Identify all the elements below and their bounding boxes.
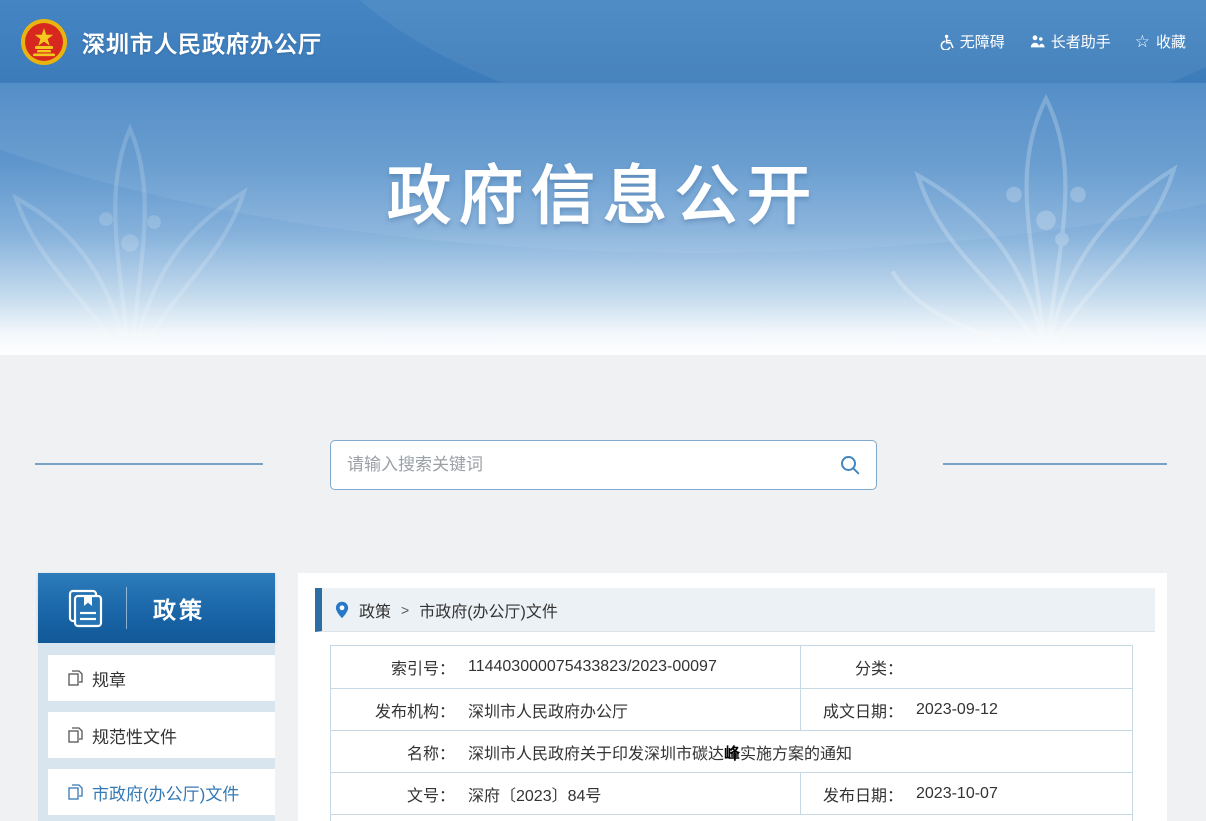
table-row-name: 名称： 深圳市人民政府关于印发深圳市碳达峰实施方案的通知 (331, 730, 1132, 772)
index-number-cell: 索引号： 114403000075433823/2023-00097 (331, 646, 800, 688)
top-links: 无障碍 长者助手 ☆ 收藏 (938, 31, 1186, 52)
document-name-value: 深圳市人民政府关于印发深圳市碳达峰实施方案的通知 (468, 740, 852, 764)
table-row-docnumber-pubdate: 文号： 深府〔2023〕84号 发布日期： 2023-10-07 (331, 772, 1132, 814)
table-row-partial (331, 814, 1132, 821)
issuing-agency-label: 发布机构： (331, 698, 455, 722)
page: 深圳市人民政府办公厅 无障碍 长者助手 (0, 0, 1206, 821)
elder-helper-link-label: 长者助手 (1051, 31, 1111, 52)
document-name-label: 名称： (331, 740, 455, 764)
sidebar-item-label: 规章 (92, 666, 126, 691)
accessibility-icon (938, 34, 954, 50)
accessibility-link[interactable]: 无障碍 (938, 31, 1005, 52)
sidebar-header-policy[interactable]: 政策 (38, 573, 275, 643)
issuing-agency-value: 深圳市人民政府办公厅 (468, 698, 628, 722)
document-number-label: 文号： (331, 782, 455, 806)
document-meta-table: 索引号： 114403000075433823/2023-00097 分类： 发… (330, 645, 1133, 821)
table-row-index-category: 索引号： 114403000075433823/2023-00097 分类： (331, 646, 1132, 688)
top-header-bar: 深圳市人民政府办公厅 无障碍 长者助手 (0, 0, 1206, 83)
date-written-value: 2023-09-12 (916, 701, 998, 719)
breadcrumb: 政策 > 市政府(办公厅)文件 (315, 588, 1155, 632)
date-published-label: 发布日期： (801, 782, 903, 806)
page-title: 政府信息公开 (0, 145, 1206, 237)
date-written-label: 成文日期： (801, 698, 903, 722)
search-input[interactable] (331, 441, 824, 489)
document-name-post: 实施方案的通知 (740, 746, 852, 763)
document-icon (68, 670, 83, 686)
search-box (330, 440, 877, 490)
document-name-highlight: 峰 (724, 746, 740, 763)
document-name-cell: 名称： 深圳市人民政府关于印发深圳市碳达峰实施方案的通知 (331, 731, 1132, 772)
date-published-value: 2023-10-07 (916, 785, 998, 803)
date-published-cell: 发布日期： 2023-10-07 (800, 773, 1132, 814)
sidebar-item-regulations[interactable]: 规章 (48, 655, 275, 701)
site-title: 深圳市人民政府办公厅 (82, 25, 322, 59)
favorite-link-label: 收藏 (1156, 31, 1186, 52)
sidebar-menu: 规章 规范性文件 市政府(办公厅)文件 (38, 643, 275, 821)
table-row-agency-date: 发布机构： 深圳市人民政府办公厅 成文日期： 2023-09-12 (331, 688, 1132, 730)
document-name-pre: 深圳市人民政府关于印发深圳市碳达 (468, 746, 724, 763)
search-button[interactable] (824, 441, 876, 489)
sidebar-item-label: 市政府(办公厅)文件 (92, 780, 239, 805)
elder-helper-link[interactable]: 长者助手 (1029, 31, 1111, 52)
index-number-value: 114403000075433823/2023-00097 (468, 658, 717, 676)
search-decor-line-right (943, 463, 1167, 465)
document-icon (68, 784, 83, 800)
national-emblem-logo (20, 18, 68, 66)
breadcrumb-root[interactable]: 政策 (359, 598, 391, 622)
partial-row-cell (331, 815, 1132, 821)
book-icon (64, 587, 106, 629)
location-pin-icon (335, 601, 349, 619)
breadcrumb-separator: > (401, 602, 409, 618)
favorite-link[interactable]: ☆ 收藏 (1135, 31, 1186, 52)
document-number-cell: 文号： 深府〔2023〕84号 (331, 773, 800, 814)
issuing-agency-cell: 发布机构： 深圳市人民政府办公厅 (331, 689, 800, 730)
accessibility-link-label: 无障碍 (960, 31, 1005, 52)
star-icon: ☆ (1135, 33, 1150, 50)
document-icon (68, 727, 83, 743)
search-decor-line-left (35, 463, 263, 465)
category-cell: 分类： (800, 646, 1132, 688)
hero-banner: 政府信息公开 (0, 83, 1206, 355)
category-label: 分类： (801, 655, 903, 679)
sidebar-header-divider (126, 587, 127, 629)
elder-helper-icon (1029, 34, 1045, 50)
breadcrumb-current: 市政府(办公厅)文件 (419, 598, 558, 622)
date-written-cell: 成文日期： 2023-09-12 (800, 689, 1132, 730)
sidebar-item-municipal-government-documents[interactable]: 市政府(办公厅)文件 (48, 769, 275, 815)
sidebar-header-title: 政策 (153, 591, 205, 625)
sidebar-item-label: 规范性文件 (92, 723, 177, 748)
search-icon (839, 454, 861, 476)
document-number-value: 深府〔2023〕84号 (468, 782, 601, 806)
index-number-label: 索引号： (331, 655, 455, 679)
sidebar-item-normative-documents[interactable]: 规范性文件 (48, 712, 275, 758)
